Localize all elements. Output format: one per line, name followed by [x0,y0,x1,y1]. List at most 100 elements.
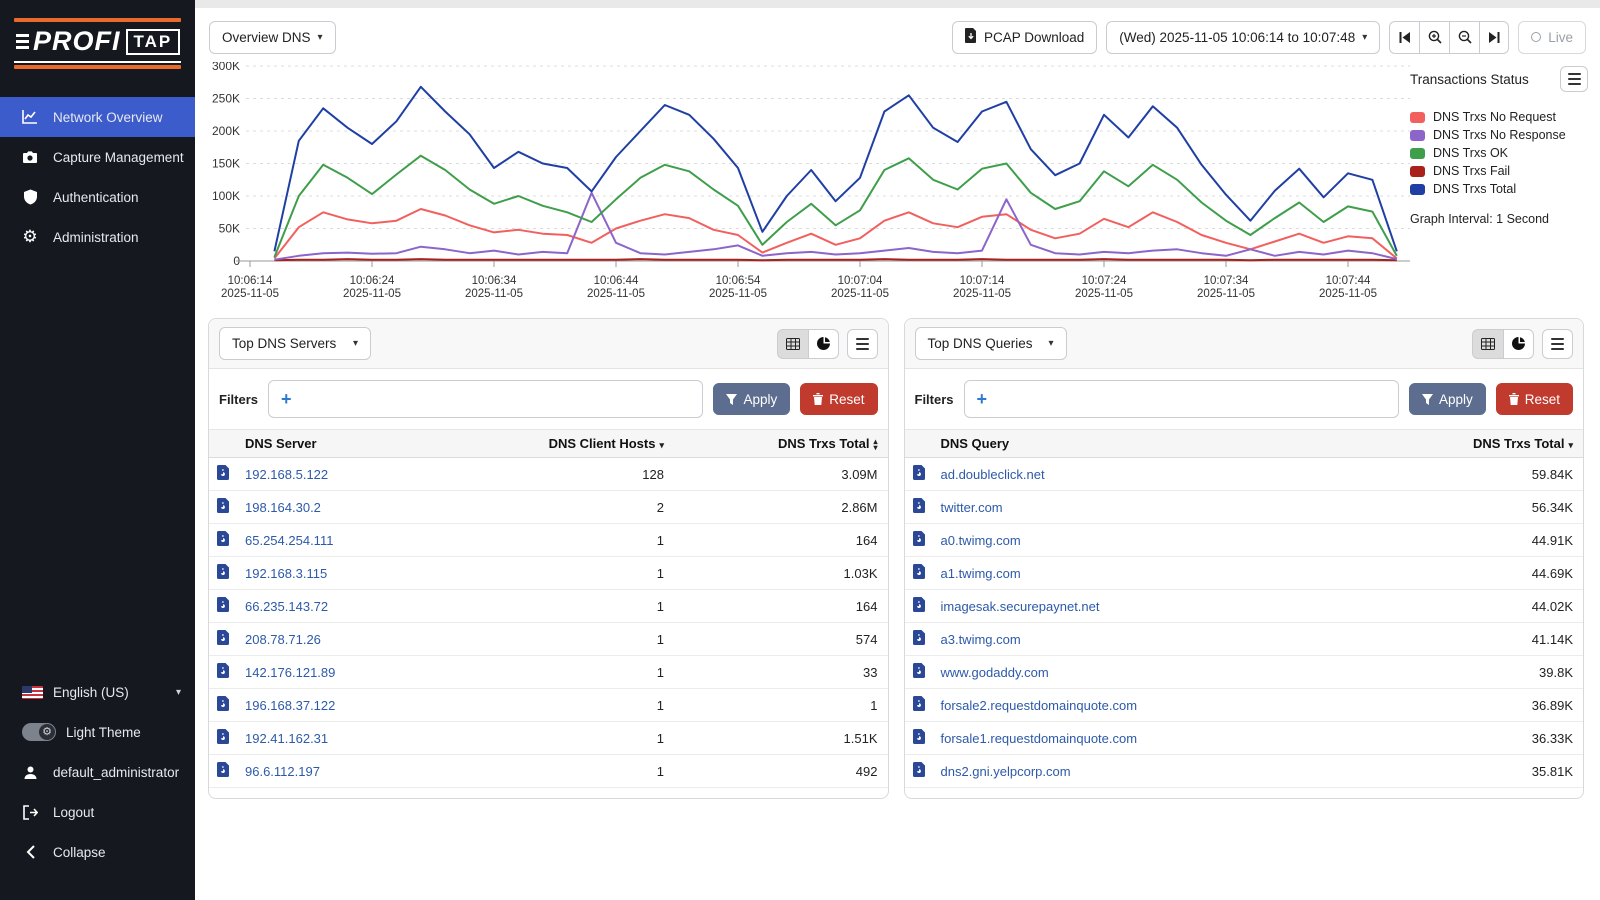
filters-label: Filters [915,392,954,407]
logout-button[interactable]: Logout [0,792,195,832]
legend-item[interactable]: DNS Trxs No Response [1410,128,1588,142]
legend-item[interactable]: DNS Trxs OK [1410,146,1588,160]
table-link[interactable]: a0.twimg.com [941,533,1021,548]
reset-button[interactable]: Reset [1496,383,1573,415]
file-icon[interactable] [905,524,931,557]
table-view-button[interactable] [1472,329,1503,359]
table-link[interactable]: 208.78.71.26 [245,632,321,647]
pie-view-button[interactable] [808,329,839,359]
value-cell: 164 [674,524,888,557]
date-range-dropdown[interactable]: (Wed) 2025-11-05 10:06:14 to 10:07:48 ▾ [1106,21,1380,54]
table-link[interactable]: forsale1.requestdomainquote.com [941,731,1138,746]
skip-to-end-button[interactable] [1479,21,1509,54]
svg-text:2025-11-05: 2025-11-05 [709,288,767,300]
file-icon[interactable] [905,755,931,788]
legend-item[interactable]: DNS Trxs No Request [1410,110,1588,124]
filter-input[interactable]: + [964,380,1399,418]
filter-input[interactable]: + [268,380,703,418]
svg-text:2025-11-05: 2025-11-05 [1319,288,1377,300]
table-link[interactable]: 142.176.121.89 [245,665,335,680]
apply-button[interactable]: Apply [713,383,790,415]
file-icon[interactable] [209,623,235,656]
legend-item[interactable]: DNS Trxs Fail [1410,164,1588,178]
file-icon[interactable] [905,590,931,623]
file-icon[interactable] [209,557,235,590]
file-icon[interactable] [905,491,931,524]
sidebar-item-network-overview[interactable]: Network Overview [0,97,195,137]
file-icon[interactable] [905,557,931,590]
table-link[interactable]: a3.twimg.com [941,632,1021,647]
transactions-chart[interactable]: 050K100K150K200K250K300K10:06:142025-11-… [200,62,1410,315]
reset-label: Reset [829,392,864,407]
file-icon[interactable] [905,689,931,722]
panel-metric-dropdown[interactable]: Top DNS Servers ▾ [219,327,371,360]
column-header-dns-trxs-total[interactable]: DNS Trxs Total▾ [1350,430,1583,458]
pie-view-button[interactable] [1503,329,1534,359]
value-cell: 1 [674,689,888,722]
file-icon[interactable] [209,491,235,524]
panel-menu-button[interactable] [847,329,878,359]
table-link[interactable]: twitter.com [941,500,1003,515]
svg-text:10:06:24: 10:06:24 [350,275,395,287]
add-filter-icon[interactable]: + [977,389,988,410]
table-link[interactable]: 66.235.143.72 [245,599,328,614]
theme-toggle[interactable]: Light Theme [0,712,195,752]
file-icon[interactable] [905,458,931,491]
legend-menu-button[interactable] [1560,66,1588,92]
zoom-out-button[interactable] [1449,21,1479,54]
sidebar-item-authentication[interactable]: Authentication [0,177,195,217]
table-link[interactable]: 196.168.37.122 [245,698,335,713]
value-cell: 41.14K [1350,623,1583,656]
table-link[interactable]: 192.168.5.122 [245,467,328,482]
live-toggle-button[interactable]: Live [1518,21,1586,54]
reset-button[interactable]: Reset [800,383,877,415]
table-link[interactable]: dns2.gni.yelpcorp.com [941,764,1071,779]
file-icon[interactable] [905,722,931,755]
table-link[interactable]: 198.164.30.2 [245,500,321,515]
value-cell: 1 [432,590,674,623]
table-link[interactable]: www.godaddy.com [941,665,1049,680]
legend-label: DNS Trxs No Request [1433,110,1556,124]
sidebar-item-administration[interactable]: ⚙ Administration [0,217,195,257]
panel-metric-dropdown[interactable]: Top DNS Queries ▾ [915,327,1067,360]
file-icon[interactable] [209,755,235,788]
table-row: 142.176.121.89133 [209,656,888,689]
column-header-dns-trxs-total[interactable]: DNS Trxs Total▴▾ [674,430,888,458]
file-icon[interactable] [209,722,235,755]
file-icon[interactable] [209,524,235,557]
column-header-dns-server[interactable]: DNS Server [235,430,432,458]
column-header-dns-client-hosts[interactable]: DNS Client Hosts▾ [432,430,674,458]
file-icon[interactable] [209,458,235,491]
file-icon[interactable] [209,689,235,722]
theme-toggle-switch[interactable] [22,724,56,740]
table-link[interactable]: 96.6.112.197 [245,764,320,779]
current-user[interactable]: default_administrator [0,752,195,792]
file-icon[interactable] [905,656,931,689]
file-icon[interactable] [209,590,235,623]
table-link[interactable]: a1.twimg.com [941,566,1021,581]
table-link[interactable]: imagesak.securepaynet.net [941,599,1100,614]
table-view-button[interactable] [777,329,808,359]
pcap-download-button[interactable]: PCAP Download [952,21,1097,54]
file-icon[interactable] [905,623,931,656]
table-link[interactable]: forsale2.requestdomainquote.com [941,698,1138,713]
file-icon[interactable] [209,656,235,689]
panel-menu-button[interactable] [1542,329,1573,359]
language-selector[interactable]: English (US) ▾ [0,672,195,712]
table-link[interactable]: 192.41.162.31 [245,731,328,746]
table-link[interactable]: 192.168.3.115 [245,566,327,581]
apply-button[interactable]: Apply [1409,383,1486,415]
sidebar-item-capture-management[interactable]: Capture Management [0,137,195,177]
column-header-dns-query[interactable]: DNS Query [931,430,1351,458]
add-filter-icon[interactable]: + [281,389,292,410]
collapse-button[interactable]: Collapse [0,832,195,872]
skip-to-start-button[interactable] [1389,21,1419,54]
name-cell: a1.twimg.com [931,557,1351,590]
table-link[interactable]: 65.254.254.111 [245,533,333,548]
view-select-dropdown[interactable]: Overview DNS ▾ [209,21,336,54]
legend-item[interactable]: DNS Trxs Total [1410,182,1588,196]
line-chart-canvas[interactable]: 050K100K150K200K250K300K10:06:142025-11-… [200,62,1410,310]
legend-label: DNS Trxs Fail [1433,164,1510,178]
zoom-in-button[interactable] [1419,21,1449,54]
table-link[interactable]: ad.doubleclick.net [941,467,1045,482]
